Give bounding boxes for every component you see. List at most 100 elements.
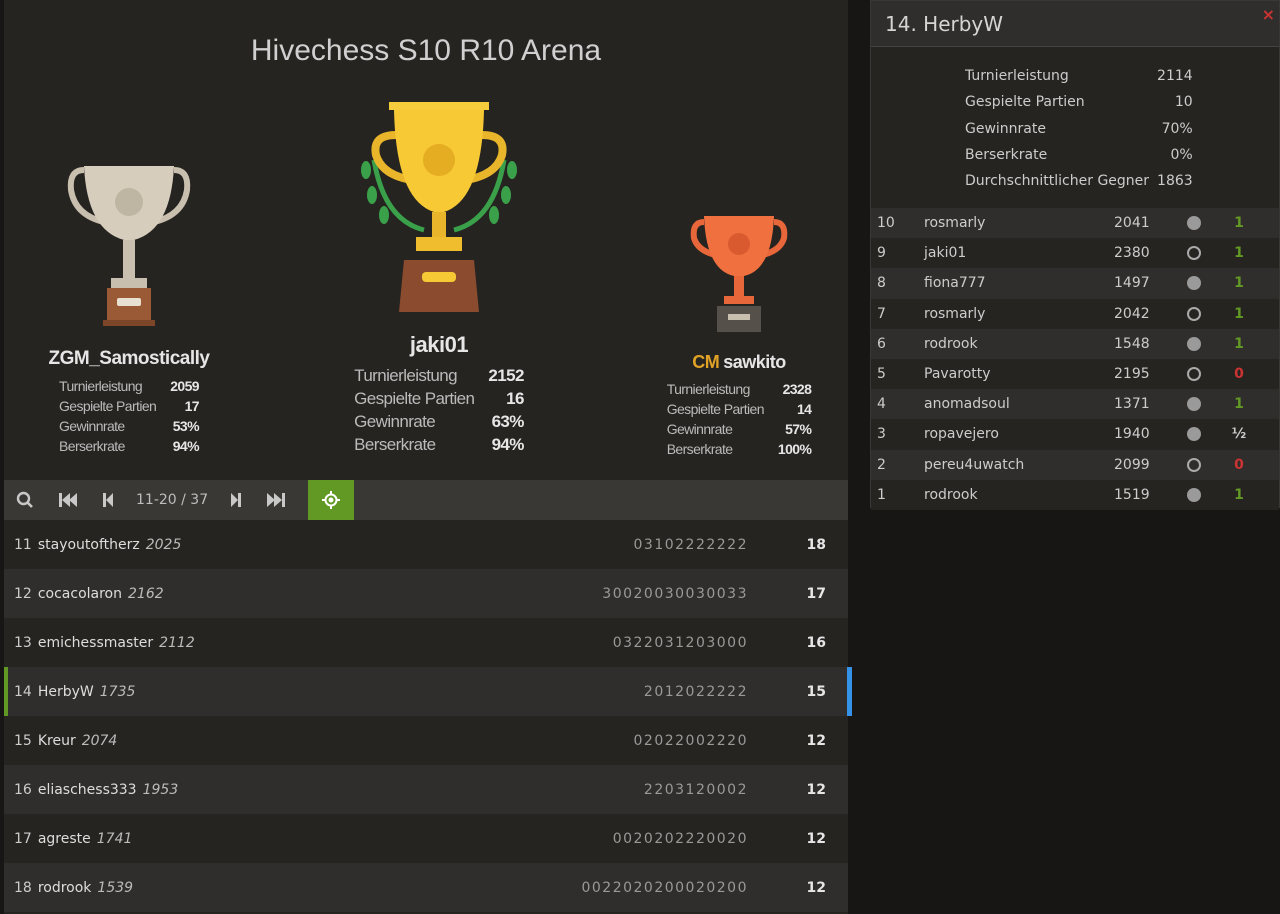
game-result: 1 [1234,305,1244,322]
score-sheet: 0020202220020 [612,830,748,847]
player-rating: 1539 [97,879,134,896]
game-row[interactable]: 1 rodrook 1519 1 [871,479,1279,510]
stat-value: 57% [785,421,812,437]
stat-label: Turnierleistung [59,378,143,394]
white-piece-icon [1187,397,1201,412]
standings-row[interactable]: 17 agreste 1741 0020202220020 12 [4,814,848,863]
game-row[interactable]: 7 rosmarly 2042 1 [871,298,1279,329]
standings-row[interactable]: 14 HerbyW 1735 2012022222 15 [4,667,852,716]
game-row[interactable]: 10 rosmarly 2041 1 [871,208,1279,239]
player-rank: 14 [14,683,32,700]
score-sheet: 0022020200020200 [581,879,748,896]
opponent-name: rosmarly [924,305,986,322]
silver-trophy-icon [67,166,191,326]
player-rank: 11 [14,536,32,553]
piece-color [1164,367,1224,382]
player-rating: 2162 [128,585,164,602]
podium-third: CM sawkito Turnierleistung 2328 Gespielte … [654,210,824,459]
close-icon[interactable]: × [1262,5,1275,24]
stat-value: 17 [184,398,200,414]
podium-first-name[interactable]: jaki01 [334,332,544,358]
player-name[interactable]: agreste [38,831,91,847]
opponent-rating: 1497 [1114,275,1150,292]
game-number: 1 [877,486,886,503]
game-number: 7 [877,305,886,322]
stat-value: 0% [1170,146,1193,163]
piece-color [1164,246,1224,261]
opponent-name: pereu4uwatch [924,456,1025,473]
score-sheet: 30020030030033 [602,585,748,602]
opponent-name: ropavejero [924,426,999,443]
piece-color [1164,427,1224,442]
black-piece-icon [1187,246,1201,261]
player-name[interactable]: eliaschess333 [38,782,137,798]
stat-label: Gespielte Partien [59,398,157,414]
stat-value: 94% [172,438,200,454]
game-result: 0 [1234,366,1244,383]
last-page-icon [267,493,286,507]
stat-label: Berserkrate [354,435,436,454]
podium-second-stats: Turnierleistung 2059 Gespielte Partien 17 … [59,376,200,456]
opponent-rating: 2099 [1114,456,1150,473]
player-rank: 15 [14,732,32,749]
white-piece-icon [1187,276,1201,291]
score-sheet: 02022002220 [633,732,748,749]
podium-second-name[interactable]: ZGM_Samostically [44,348,214,370]
stat-label: Durchschnittlicher Gegner [965,173,1150,190]
podium-third-name[interactable]: CM sawkito [654,352,824,373]
game-number: 2 [877,456,886,473]
player-name[interactable]: stayoutoftherz [38,537,140,553]
my-position-button[interactable] [308,480,355,520]
game-row[interactable]: 2 pereu4uwatch 2099 0 [871,449,1279,480]
stat-value: 14 [796,401,812,417]
next-page-button[interactable] [218,480,254,520]
game-row[interactable]: 6 rodrook 1548 1 [871,328,1279,359]
opponent-rating: 1519 [1114,486,1150,503]
total-score: 17 [806,585,826,602]
stat-label: Gewinnrate [59,418,125,434]
previous-page-button[interactable] [90,480,126,520]
white-piece-icon [1187,336,1201,351]
standings-row[interactable]: 11 stayoutoftherz 2025 03102222222 18 [4,520,848,569]
opponent-name: Pavarotty [924,366,991,383]
previous-page-icon [103,493,113,507]
standings-row[interactable]: 12 cocacolaron 2162 30020030030033 17 [4,569,848,618]
piece-color [1164,487,1224,502]
standings-row[interactable]: 18 rodrook 1539 0022020200020200 12 [4,863,848,912]
stat-label: Gespielte Partien [965,94,1085,111]
player-title-badge: CM [692,352,720,372]
standings-row[interactable]: 13 emichessmaster 2112 0322031203000 16 [4,618,848,667]
game-row[interactable]: 9 jaki01 2380 1 [871,238,1279,269]
stat-label: Turnierleistung [965,68,1069,84]
score-sheet: 2012022222 [643,683,748,700]
game-number: 9 [877,245,886,262]
first-page-button[interactable] [46,480,90,520]
game-row[interactable]: 4 anomadsoul 1371 1 [871,389,1279,420]
total-score: 15 [806,683,826,700]
standings-row[interactable]: 16 eliaschess333 1953 2203120002 12 [4,765,848,814]
player-name[interactable]: rodrook [38,880,92,896]
player-name[interactable]: HerbyW [38,684,94,700]
player-info-panel: 14. HerbyW × Turnierleistung 2114 Gespiel… [870,0,1280,510]
player-name[interactable]: cocacolaron [38,586,122,602]
game-row[interactable]: 8 fiona777 1497 1 [871,268,1279,299]
standings-row[interactable]: 15 Kreur 2074 02022002220 12 [4,716,848,765]
stat-value: 94% [491,435,525,454]
game-row[interactable]: 3 ropavejero 1940 ½ [871,419,1279,450]
game-number: 3 [877,426,886,443]
opponent-rating: 2042 [1114,305,1150,322]
player-games-list: 10 rosmarly 2041 1 9 jaki01 2380 1 8 fiona777 1497… [871,208,1279,510]
total-score: 12 [806,781,826,798]
game-result: 1 [1234,275,1244,292]
bronze-trophy-icon [690,216,788,332]
game-row[interactable]: 5 Pavarotty 2195 0 [871,358,1279,390]
piece-color [1164,216,1224,231]
search-button[interactable] [4,480,46,520]
game-result: 1 [1234,215,1244,232]
player-name[interactable]: emichessmaster [38,635,153,651]
podium-second: ZGM_Samostically Turnierleistung 2059 Ges… [44,160,214,456]
last-page-button[interactable] [254,480,298,520]
stat-value: 16 [506,389,524,408]
stat-label: Berserkrate [59,438,125,454]
player-name[interactable]: Kreur [38,733,76,749]
